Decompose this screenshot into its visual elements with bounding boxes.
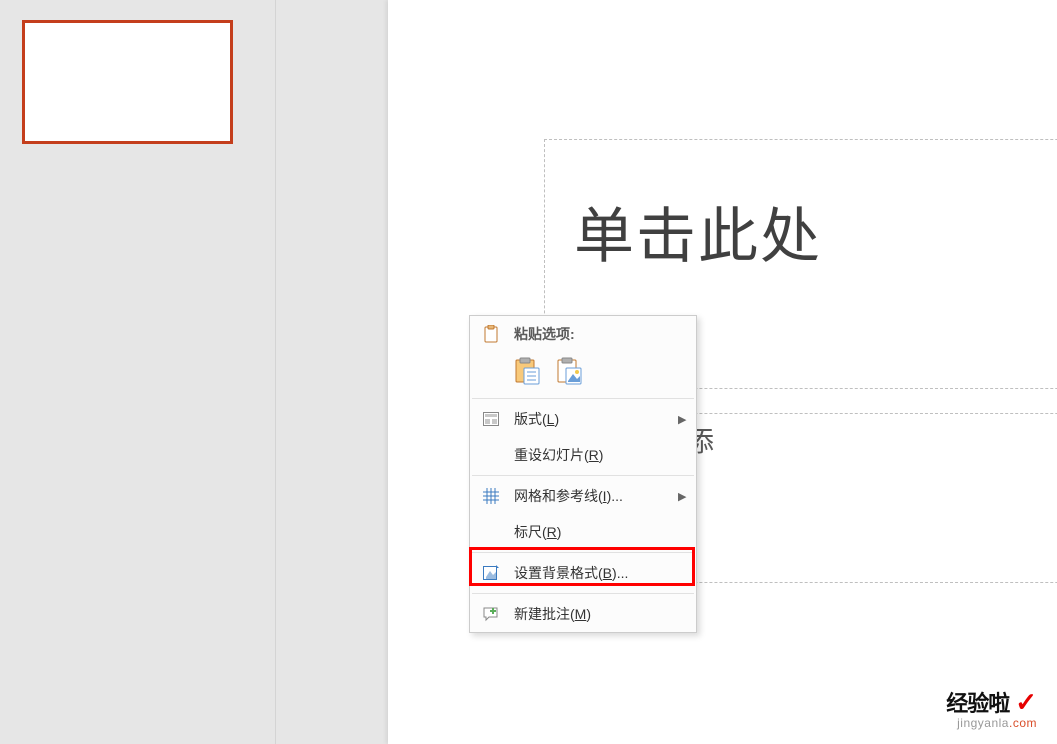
checkmark-icon: ✓ bbox=[1015, 689, 1037, 715]
menu-label: 重设幻灯片(R) bbox=[514, 437, 696, 473]
app-root: 单击此处 单击此处添 经验啦 ✓ jingyanla.com 粘贴选项: bbox=[0, 0, 1057, 744]
menu-separator bbox=[472, 475, 694, 476]
context-menu: 粘贴选项: 版式(L) ▶ 重设幻灯片(R) bbox=[469, 315, 697, 633]
paste-as-picture-button[interactable] bbox=[556, 356, 584, 386]
submenu-arrow-icon: ▶ bbox=[678, 413, 696, 426]
menu-item-format-background[interactable]: 设置背景格式(B)... bbox=[470, 555, 696, 591]
format-background-icon bbox=[482, 564, 500, 582]
new-comment-icon bbox=[482, 605, 500, 623]
paste-options-label: 粘贴选项: bbox=[514, 316, 696, 352]
menu-label: 新建批注(M) bbox=[514, 596, 696, 632]
clipboard-icon bbox=[482, 325, 500, 343]
menu-item-reset-slide[interactable]: 重设幻灯片(R) bbox=[470, 437, 696, 473]
menu-label: 标尺(R) bbox=[514, 514, 696, 550]
watermark-url: jingyanla.com bbox=[946, 717, 1037, 729]
paste-options-header: 粘贴选项: bbox=[470, 316, 696, 348]
menu-label: 设置背景格式(B)... bbox=[514, 555, 696, 591]
watermark: 经验啦 ✓ jingyanla.com bbox=[946, 689, 1037, 729]
menu-label: 版式(L) bbox=[514, 401, 678, 437]
layout-icon bbox=[482, 410, 500, 428]
menu-separator bbox=[472, 398, 694, 399]
grid-icon bbox=[482, 487, 500, 505]
title-placeholder-text[interactable]: 单击此处 bbox=[574, 188, 822, 275]
slide-thumbnail-pane[interactable] bbox=[0, 0, 276, 744]
menu-item-new-comment[interactable]: 新建批注(M) bbox=[470, 596, 696, 632]
menu-separator bbox=[472, 552, 694, 553]
blank-icon bbox=[482, 523, 500, 541]
menu-item-layout[interactable]: 版式(L) ▶ bbox=[470, 401, 696, 437]
paste-keep-formatting-button[interactable] bbox=[514, 356, 542, 386]
slide-thumbnail-1[interactable] bbox=[22, 20, 233, 144]
submenu-arrow-icon: ▶ bbox=[678, 490, 696, 503]
menu-label: 网格和参考线(I)... bbox=[514, 478, 678, 514]
menu-item-ruler[interactable]: 标尺(R) bbox=[470, 514, 696, 550]
blank-icon bbox=[482, 446, 500, 464]
menu-separator bbox=[472, 593, 694, 594]
menu-item-grid-guides[interactable]: 网格和参考线(I)... ▶ bbox=[470, 478, 696, 514]
watermark-text: 经验啦 bbox=[946, 693, 1009, 715]
paste-options-row bbox=[470, 348, 696, 396]
